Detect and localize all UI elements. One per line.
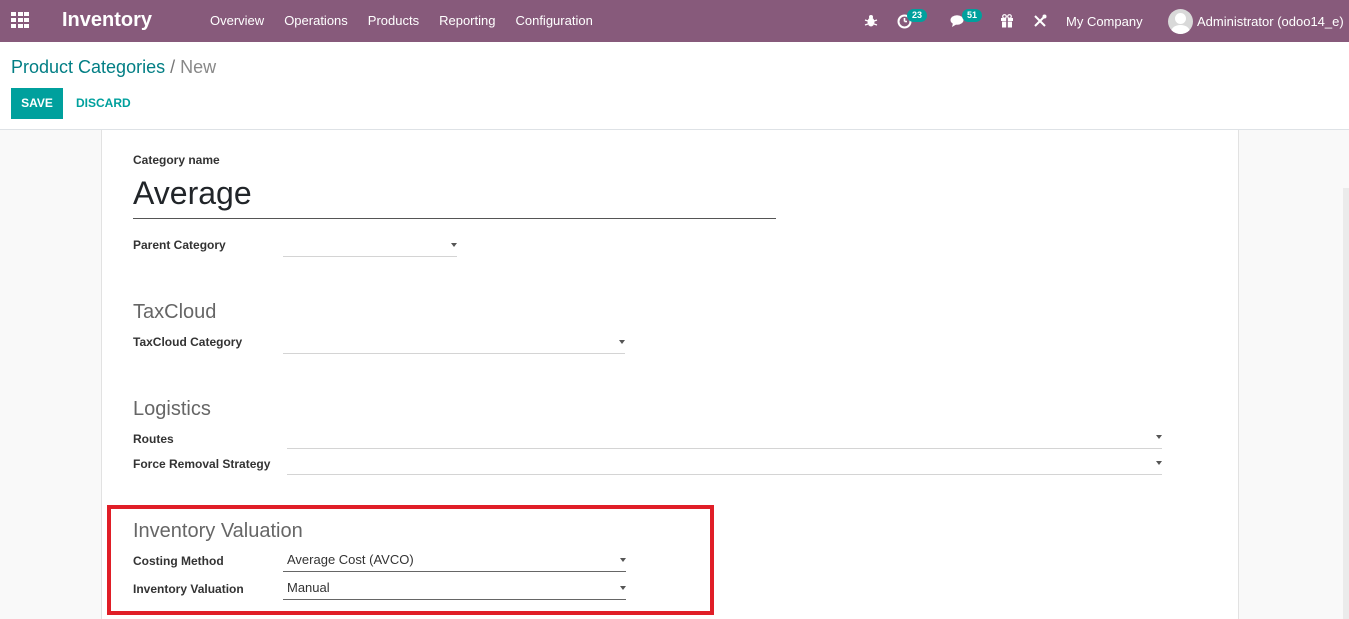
chevron-down-icon [451, 243, 457, 247]
taxcloud-category-select[interactable] [283, 334, 625, 354]
gift-icon[interactable] [1000, 0, 1014, 42]
save-button[interactable]: SAVE [11, 88, 63, 119]
debug-icon[interactable] [864, 0, 878, 42]
tools-icon[interactable] [1033, 0, 1047, 42]
top-navbar: Inventory Overview Operations Products R… [0, 0, 1349, 42]
discard-button[interactable]: DISCARD [76, 88, 131, 119]
breadcrumb-separator: / [170, 57, 176, 77]
chevron-down-icon [1156, 435, 1162, 439]
company-switcher[interactable]: My Company [1066, 0, 1143, 42]
messages-icon[interactable] [950, 0, 966, 42]
avatar [1168, 8, 1193, 34]
menu-operations[interactable]: Operations [274, 0, 358, 42]
parent-category-select[interactable] [283, 237, 457, 257]
removal-strategy-label: Force Removal Strategy [133, 457, 271, 471]
activity-count-badge: 23 [907, 9, 928, 22]
app-name[interactable]: Inventory [62, 9, 152, 32]
breadcrumb-current: New [180, 57, 217, 77]
breadcrumb: Product Categories / New [11, 57, 216, 78]
scrollbar[interactable] [1343, 188, 1349, 619]
taxcloud-category-label: TaxCloud Category [133, 335, 243, 349]
menu-reporting[interactable]: Reporting [429, 0, 505, 42]
taxcloud-section-title: TaxCloud [133, 301, 217, 323]
user-menu[interactable]: Administrator (odoo14_e) [1168, 0, 1344, 42]
user-name: Administrator (odoo14_e) [1197, 13, 1344, 29]
routes-select[interactable] [287, 429, 1162, 449]
menu-configuration[interactable]: Configuration [505, 0, 602, 42]
apps-menu-icon[interactable] [11, 12, 29, 28]
menu-products[interactable]: Products [358, 0, 429, 42]
main-menu: Overview Operations Products Reporting C… [200, 0, 603, 42]
category-name-input[interactable]: Average [133, 173, 776, 219]
removal-strategy-select[interactable] [287, 455, 1162, 475]
chevron-down-icon [1156, 461, 1162, 465]
breadcrumb-parent-link[interactable]: Product Categories [11, 57, 165, 77]
parent-category-label: Parent Category [133, 238, 226, 252]
routes-label: Routes [133, 432, 174, 446]
chevron-down-icon [619, 340, 625, 344]
messages-count-badge: 51 [962, 9, 983, 22]
category-name-label: Category name [133, 153, 220, 167]
logistics-section-title: Logistics [133, 398, 211, 420]
highlight-annotation-box [107, 505, 714, 615]
menu-overview[interactable]: Overview [200, 0, 274, 42]
control-panel: Product Categories / New SAVE DISCARD [0, 42, 1349, 130]
